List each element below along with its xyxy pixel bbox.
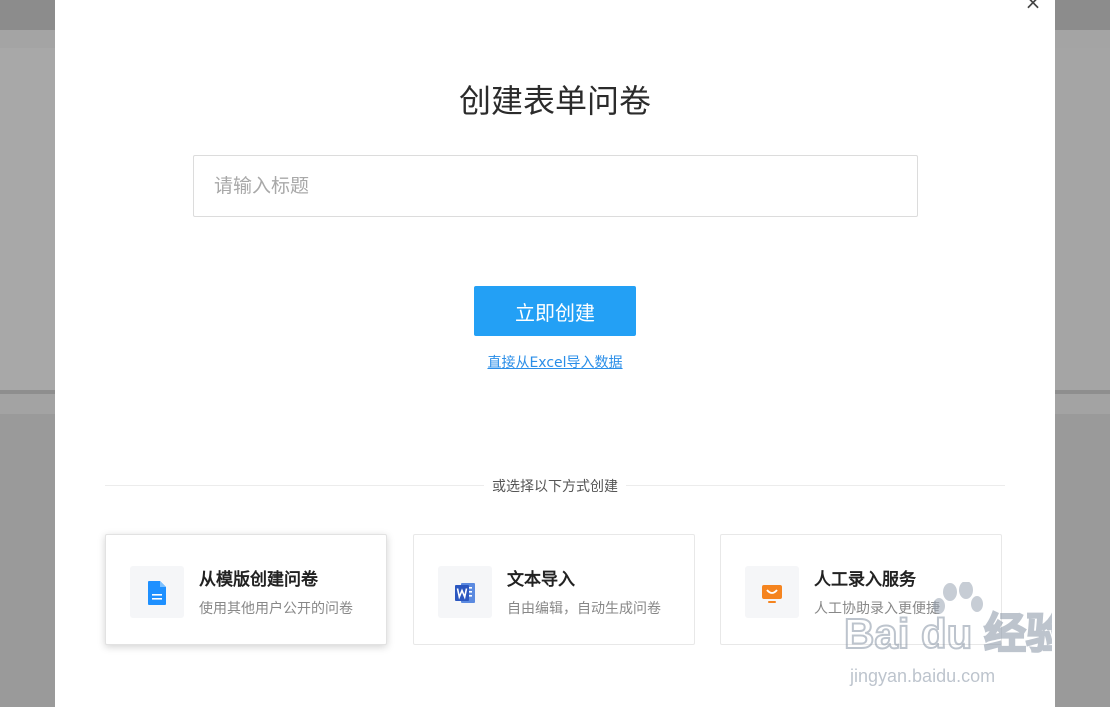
card-desc: 自由编辑，自动生成问卷	[507, 601, 661, 617]
option-card-manual-entry[interactable]: 人工录入服务 人工协助录入更便捷	[720, 534, 1002, 645]
excel-import-link[interactable]: 直接从Excel导入数据	[55, 352, 1055, 372]
word-icon-box	[438, 566, 492, 618]
divider-label: 或选择以下方式创建	[55, 476, 1055, 496]
backdrop-left	[0, 48, 55, 390]
option-card-text-import[interactable]: 文本导入 自由编辑，自动生成问卷	[413, 534, 695, 645]
card-desc: 使用其他用户公开的问卷	[199, 601, 353, 617]
option-card-template[interactable]: 从模版创建问卷 使用其他用户公开的问卷	[105, 534, 387, 645]
card-title: 从模版创建问卷	[199, 570, 318, 590]
card-title: 人工录入服务	[814, 570, 916, 590]
create-now-button[interactable]: 立即创建	[474, 286, 636, 336]
document-icon	[148, 581, 166, 605]
backdrop-right	[1055, 48, 1110, 390]
close-icon[interactable]: ×	[1023, 0, 1043, 12]
service-icon	[762, 585, 782, 603]
dialog-title: 创建表单问卷	[458, 82, 651, 120]
card-desc: 人工协助录入更便捷	[814, 601, 940, 617]
title-input[interactable]	[193, 155, 918, 217]
word-icon	[455, 583, 475, 603]
create-form-dialog: × 创建表单问卷 立即创建 直接从Excel导入数据 或选择以下方式创建 从模版…	[55, 0, 1055, 707]
divider-text: 或选择以下方式创建	[484, 479, 626, 495]
document-icon-box	[130, 566, 184, 618]
card-title: 文本导入	[507, 570, 575, 590]
service-icon-box	[745, 566, 799, 618]
